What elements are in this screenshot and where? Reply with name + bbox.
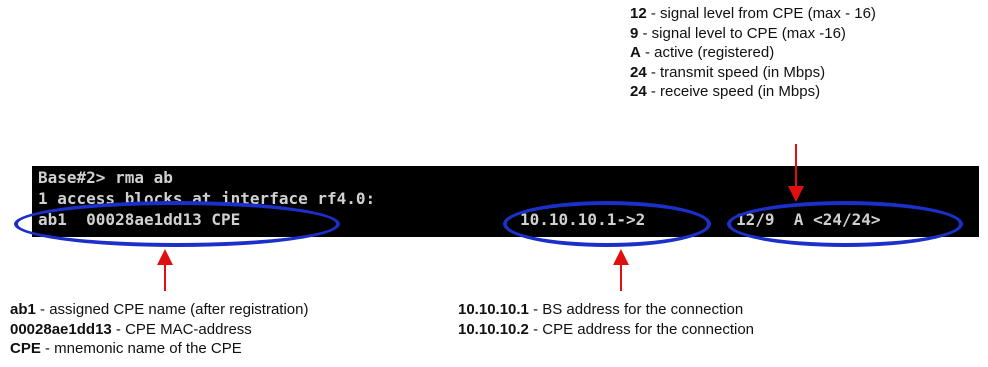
highlight-ellipse-stats — [727, 201, 963, 247]
legend-key: 00028ae1dd13 — [10, 320, 112, 338]
highlight-ellipse-address — [503, 201, 711, 247]
legend-key: 10.10.10.1 — [458, 301, 529, 318]
legend-row: 9 - signal level to CPE (max -16) — [630, 24, 876, 44]
legend-text: - signal level to CPE (max -16) — [638, 24, 846, 42]
legend-text: - mnemonic name of the CPE — [40, 340, 242, 357]
legend-bottom-left: ab1 - assigned CPE name (after registrat… — [10, 300, 308, 359]
legend-key: 24 — [630, 83, 647, 100]
legend-row: 12 - signal level from CPE (max - 16) — [630, 4, 876, 24]
legend-key: 10.10.10.2 — [458, 320, 529, 338]
legend-key: 24 — [630, 63, 647, 81]
legend-key: CPE — [10, 340, 41, 357]
legend-text: - CPE MAC-address — [111, 320, 252, 338]
legend-row: 00028ae1dd13 - CPE MAC-address — [10, 320, 308, 340]
terminal-line-prompt: Base#2> rma ab — [38, 168, 173, 187]
legend-row: 10.10.10.1 - BS address for the connecti… — [458, 300, 754, 320]
legend-text: - BS address for the connection — [528, 301, 744, 318]
legend-key: ab1 — [10, 301, 36, 318]
highlight-ellipse-name-mac — [14, 201, 340, 247]
legend-text: - transmit speed (in Mbps) — [646, 63, 826, 81]
legend-row: ab1 - assigned CPE name (after registrat… — [10, 300, 308, 320]
legend-text: - CPE address for the connection — [528, 320, 755, 338]
legend-key: 12 — [630, 5, 647, 22]
legend-top: 12 - signal level from CPE (max - 16) 9 … — [630, 4, 876, 102]
legend-row: 24 - receive speed (in Mbps) — [630, 82, 876, 102]
legend-text: - active (registered) — [640, 44, 775, 61]
legend-text: - receive speed (in Mbps) — [646, 83, 821, 100]
legend-bottom-middle: 10.10.10.1 - BS address for the connecti… — [458, 300, 754, 339]
legend-row: CPE - mnemonic name of the CPE — [10, 339, 308, 359]
legend-row: 24 - transmit speed (in Mbps) — [630, 63, 876, 83]
legend-row: A - active (registered) — [630, 43, 876, 63]
legend-key: A — [630, 44, 641, 61]
legend-row: 10.10.10.2 - CPE address for the connect… — [458, 320, 754, 340]
legend-text: - signal level from CPE (max - 16) — [646, 5, 876, 22]
legend-text: - assigned CPE name (after registration) — [35, 301, 309, 318]
